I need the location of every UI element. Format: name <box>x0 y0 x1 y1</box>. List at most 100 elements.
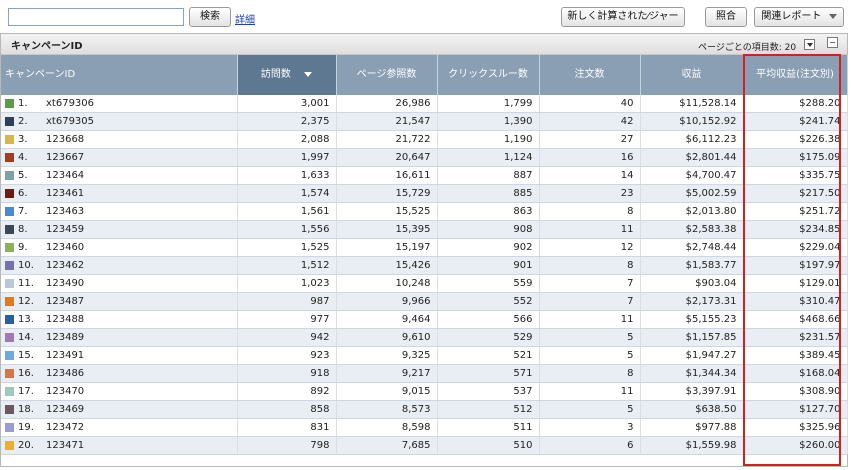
campaign-id-label: 123459 <box>46 224 85 235</box>
visits-cell: 1,512 <box>237 256 337 275</box>
campaign-cell[interactable]: 6. 123461 <box>1 184 238 203</box>
column-header-campaign-id[interactable]: キャンペーンID <box>1 55 238 95</box>
table-row[interactable]: 19. 123472 831 8,598 511 3 $977.88 $325.96 <box>1 418 848 437</box>
rank-label: 16. <box>18 368 34 379</box>
campaign-cell[interactable]: 15. 123491 <box>1 346 238 365</box>
campaign-cell[interactable]: 16. 123486 <box>1 364 238 383</box>
clickthroughs-cell: 887 <box>437 166 540 185</box>
avg-revenue-cell: $175.09 <box>743 148 848 167</box>
orders-cell: 3 <box>539 418 641 437</box>
table-row[interactable]: 13. 123488 977 9,464 566 11 $5,155.23 $468.66 <box>1 310 848 329</box>
visits-cell: 858 <box>237 400 337 419</box>
campaign-id-label: 123463 <box>46 206 85 217</box>
pageviews-cell: 9,966 <box>336 292 438 311</box>
pageviews-cell: 7,685 <box>336 436 438 455</box>
pageviews-cell: 15,525 <box>336 202 438 221</box>
table-row[interactable]: 14. 123489 942 9,610 529 5 $1,157.85 $231.57 <box>1 328 848 347</box>
campaign-id-label: 123469 <box>46 404 85 415</box>
visits-cell: 1,574 <box>237 184 337 203</box>
table-row[interactable]: 12. 123487 987 9,966 552 7 $2,173.31 $310.47 <box>1 292 848 311</box>
avg-revenue-cell: $335.75 <box>743 166 848 185</box>
orders-cell: 5 <box>539 328 641 347</box>
table-row[interactable]: 11. 123490 1,023 10,248 559 7 $903.04 $129.01 <box>1 274 848 293</box>
campaign-cell[interactable]: 4. 123667 <box>1 148 238 167</box>
sort-desc-icon <box>304 71 313 77</box>
table-row[interactable]: 4. 123667 1,997 20,647 1,124 16 $2,801.44 $175.… <box>1 148 848 167</box>
visits-cell: 2,375 <box>237 112 337 131</box>
table-row[interactable]: 3. 123668 2,088 21,722 1,190 27 $6,112.23 $226.… <box>1 130 848 149</box>
campaign-cell[interactable]: 5. 123464 <box>1 166 238 185</box>
search-input[interactable] <box>8 8 184 26</box>
column-header-pageviews[interactable]: ページ参照数 <box>336 55 438 95</box>
new-calculated-metric-button[interactable]: 新しく計算された⁄ジャー <box>561 7 685 27</box>
per-page-dropdown-icon[interactable] <box>804 39 815 50</box>
series-color-swatch <box>5 296 14 306</box>
column-header-clickthroughs[interactable]: クリックスルー数 <box>437 55 540 95</box>
revenue-cell: $2,173.31 <box>640 292 744 311</box>
table-row[interactable]: 9. 123460 1,525 15,197 902 12 $2,748.44 $229.04 <box>1 238 848 257</box>
column-header-avg-revenue[interactable]: 平均収益(注文別) <box>743 55 848 95</box>
campaign-cell[interactable]: 1. xt679306 <box>1 95 238 113</box>
campaign-id-label: 123490 <box>46 278 85 289</box>
campaign-cell[interactable]: 8. 123459 <box>1 220 238 239</box>
orders-cell: 8 <box>539 256 641 275</box>
clickthroughs-cell: 510 <box>437 436 540 455</box>
table-row[interactable]: 18. 123469 858 8,573 512 5 $638.50 $127.70 <box>1 400 848 419</box>
pageviews-cell: 15,197 <box>336 238 438 257</box>
clickthroughs-cell: 885 <box>437 184 540 203</box>
table-row[interactable]: 2. xt679305 2,375 21,547 1,390 42 $10,152.92 $2… <box>1 112 848 131</box>
campaign-cell[interactable]: 3. 123668 <box>1 130 238 149</box>
campaign-cell[interactable]: 14. 123489 <box>1 328 238 347</box>
toolbar: 検索 詳細 新しく計算された⁄ジャー 照合 関連レポート <box>0 0 851 32</box>
series-color-swatch <box>5 98 14 108</box>
revenue-cell: $4,700.47 <box>640 166 744 185</box>
clickthroughs-cell: 529 <box>437 328 540 347</box>
campaign-cell[interactable]: 19. 123472 <box>1 418 238 437</box>
orders-cell: 11 <box>539 382 641 401</box>
table-row[interactable]: 20. 123471 798 7,685 510 6 $1,559.98 $260.00 <box>1 436 848 455</box>
column-header-revenue[interactable]: 収益 <box>640 55 744 95</box>
revenue-cell: $3,397.91 <box>640 382 744 401</box>
revenue-cell: $10,152.92 <box>640 112 744 131</box>
column-header-visits[interactable]: 訪問数 <box>237 55 337 95</box>
compare-button[interactable]: 照合 <box>705 7 747 27</box>
table-row[interactable]: 5. 123464 1,633 16,611 887 14 $4,700.47 $335.75 <box>1 166 848 185</box>
campaign-cell[interactable]: 10. 123462 <box>1 256 238 275</box>
campaign-cell[interactable]: 12. 123487 <box>1 292 238 311</box>
campaign-cell[interactable]: 13. 123488 <box>1 310 238 329</box>
pageviews-cell: 26,986 <box>336 95 438 113</box>
avg-revenue-cell: $234.85 <box>743 220 848 239</box>
minus-icon[interactable]: − <box>827 37 838 48</box>
campaign-cell[interactable]: 20. 123471 <box>1 436 238 455</box>
table-row[interactable]: 15. 123491 923 9,325 521 5 $1,947.27 $389.45 <box>1 346 848 365</box>
table-row[interactable]: 6. 123461 1,574 15,729 885 23 $5,002.59 $217.50 <box>1 184 848 203</box>
visits-cell: 1,997 <box>237 148 337 167</box>
table-row[interactable]: 17. 123470 892 9,015 537 11 $3,397.91 $308.90 <box>1 382 848 401</box>
visits-cell: 987 <box>237 292 337 311</box>
table-row[interactable]: 10. 123462 1,512 15,426 901 8 $1,583.77 $197.97 <box>1 256 848 275</box>
pageviews-cell: 9,464 <box>336 310 438 329</box>
campaign-cell[interactable]: 7. 123463 <box>1 202 238 221</box>
series-color-swatch <box>5 332 14 342</box>
campaign-cell[interactable]: 2. xt679305 <box>1 112 238 131</box>
items-per-page-label: ページごとの項目数: 20 <box>698 43 797 53</box>
related-reports-button[interactable]: 関連レポート <box>754 7 844 27</box>
series-color-swatch <box>5 134 14 144</box>
search-button[interactable]: 検索 <box>189 7 231 27</box>
pageviews-cell: 9,015 <box>336 382 438 401</box>
column-header-orders[interactable]: 注文数 <box>539 55 641 95</box>
campaign-cell[interactable]: 17. 123470 <box>1 382 238 401</box>
table-row[interactable]: 16. 123486 918 9,217 571 8 $1,344.34 $168.04 <box>1 364 848 383</box>
table-row[interactable]: 7. 123463 1,561 15,525 863 8 $2,013.80 $251.72 <box>1 202 848 221</box>
visits-cell: 3,001 <box>237 95 337 113</box>
series-color-swatch <box>5 386 14 396</box>
visits-cell: 798 <box>237 436 337 455</box>
table-row[interactable]: 1. xt679306 3,001 26,986 1,799 40 $11,528.14 $2… <box>1 95 848 113</box>
table-row[interactable]: 8. 123459 1,556 15,395 908 11 $2,583.38 $234.85 <box>1 220 848 239</box>
campaign-cell[interactable]: 18. 123469 <box>1 400 238 419</box>
orders-cell: 27 <box>539 130 641 149</box>
detail-link[interactable]: 詳細 <box>235 11 255 26</box>
visits-cell: 1,556 <box>237 220 337 239</box>
campaign-cell[interactable]: 11. 123490 <box>1 274 238 293</box>
campaign-cell[interactable]: 9. 123460 <box>1 238 238 257</box>
